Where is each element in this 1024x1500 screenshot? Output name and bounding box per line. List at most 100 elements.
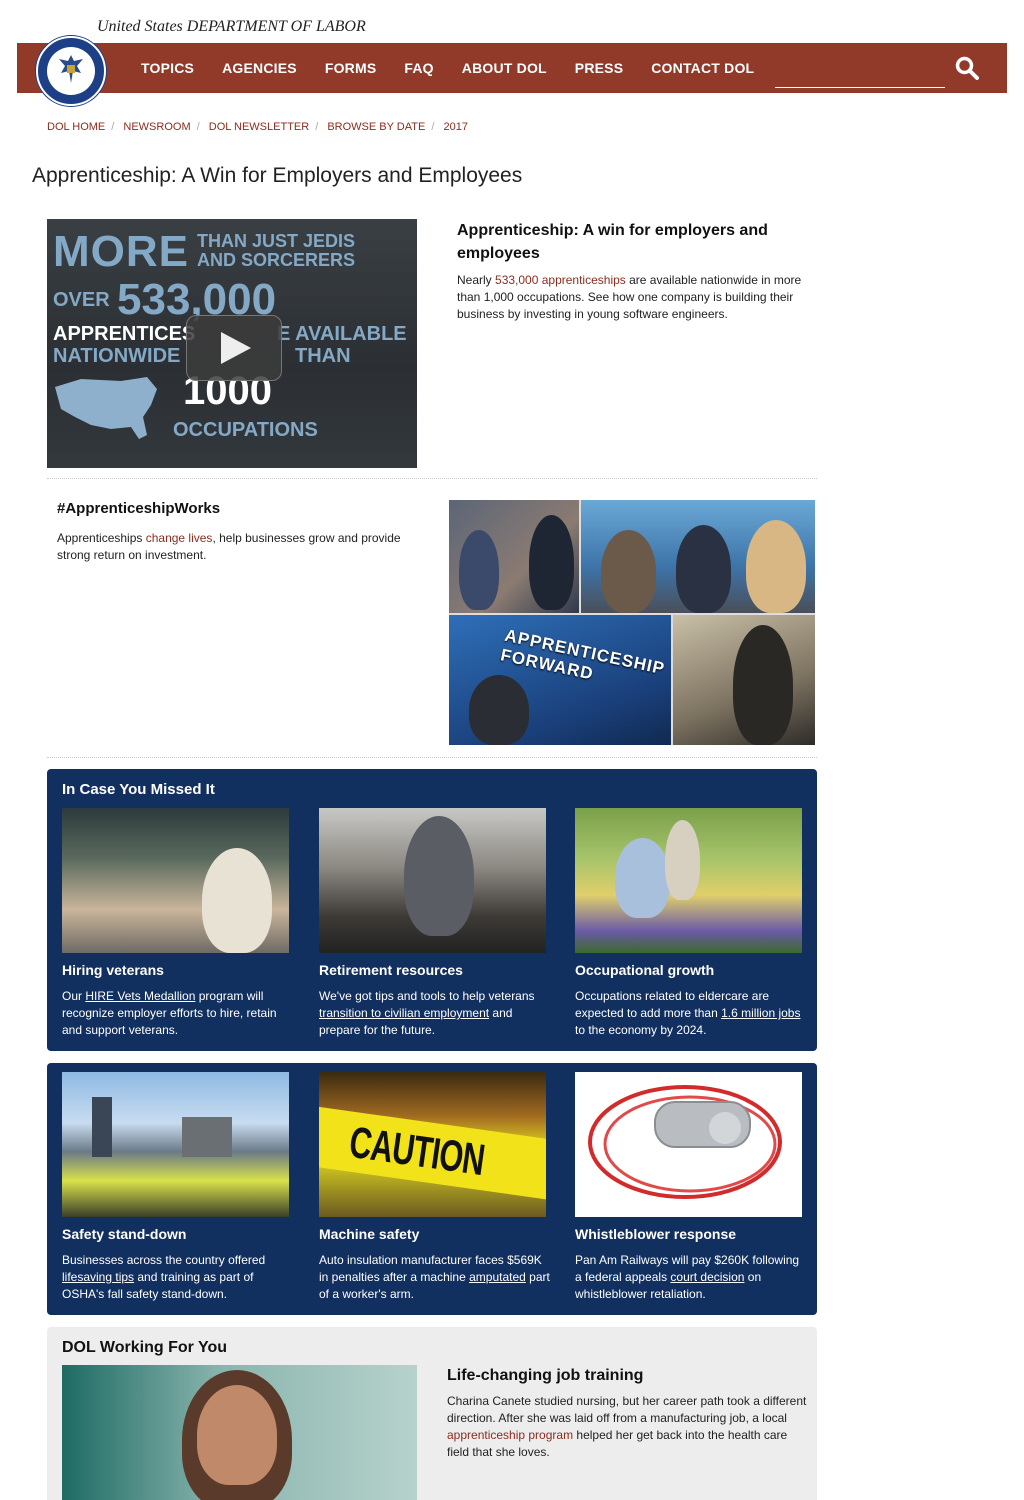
dol-working-body: Charina Canete studied nursing, but her … <box>447 1393 807 1461</box>
card-title: Safety stand-down <box>62 1226 187 1242</box>
card-title: Machine safety <box>319 1226 420 1242</box>
person-figure <box>676 525 731 613</box>
person-figure <box>404 816 474 936</box>
video-text-than: THAN <box>295 345 351 367</box>
person-figure <box>529 515 574 610</box>
nav-agencies[interactable]: AGENCIES <box>222 60 297 76</box>
caution-text: CAUTION <box>346 1117 488 1186</box>
department-title[interactable]: United States DEPARTMENT OF LABOR <box>97 18 366 36</box>
card-body-text: Businesses across the country offered <box>62 1253 266 1267</box>
feature-title: Apprenticeship: A win for employers and … <box>457 222 768 262</box>
icymi-title: In Case You Missed It <box>62 781 215 798</box>
hashtag-body-text: Apprenticeships <box>57 531 146 545</box>
breadcrumb-dol-home[interactable]: DOL HOME <box>47 121 105 133</box>
card-title: Occupational growth <box>575 962 715 978</box>
card-body-text: to the economy by 2024. <box>575 1023 707 1037</box>
video-text-line-a: THAN JUST JEDIS <box>197 231 356 251</box>
person-figure <box>459 530 499 610</box>
search-input[interactable] <box>775 87 945 88</box>
conversation-photo <box>673 615 815 745</box>
construction-crowd-photo[interactable] <box>62 1072 289 1217</box>
nav-forms[interactable]: FORMS <box>325 60 377 76</box>
play-button[interactable] <box>186 315 282 381</box>
video-text-occupations: OCCUPATIONS <box>173 419 318 441</box>
card-body-text: We've got tips and tools to help veteran… <box>319 989 535 1003</box>
main-nav: TOPICS AGENCIES FORMS FAQ ABOUT DOL PRES… <box>141 43 782 93</box>
photo-collage: APPRENTICESHIP FORWARD <box>449 500 815 745</box>
video-text-over: OVER <box>53 289 110 311</box>
transition-link[interactable]: transition to civilian employment <box>319 1006 489 1020</box>
nav-press[interactable]: PRESS <box>575 60 623 76</box>
breadcrumb: DOL HOME / NEWSROOM / DOL NEWSLETTER / BROW… <box>47 121 468 133</box>
video-thumbnail[interactable]: MORE THAN JUST JEDIS AND SORCERERS OVER 5… <box>47 219 417 468</box>
nav-topics[interactable]: TOPICS <box>141 60 194 76</box>
card-body: Our HIRE Vets Medallion program will rec… <box>62 988 294 1039</box>
breadcrumb-dol-newsletter[interactable]: DOL NEWSLETTER <box>209 121 309 133</box>
breadcrumb-separator: / <box>315 121 319 133</box>
whistle-photo[interactable] <box>575 1072 802 1217</box>
court-decision-link[interactable]: court decision <box>670 1270 744 1284</box>
control-room-photo[interactable] <box>62 808 289 953</box>
nurse-photo[interactable] <box>62 1365 417 1500</box>
breadcrumb-newsroom[interactable]: NEWSROOM <box>123 121 190 133</box>
dol-working-headline: Life-changing job training <box>447 1367 644 1384</box>
apprenticeships-link[interactable]: 533,000 apprenticeships <box>495 273 626 287</box>
hashtag-title: #ApprenticeshipWorks <box>57 500 221 517</box>
lifesaving-tips-link[interactable]: lifesaving tips <box>62 1270 134 1284</box>
breadcrumb-browse-by-date[interactable]: BROWSE BY DATE <box>327 121 425 133</box>
feature-body-text: Nearly <box>457 273 496 287</box>
section-divider <box>47 478 817 479</box>
apprenticeship-sign-text: APPRENTICESHIP FORWARD <box>498 625 667 684</box>
video-text-apprentices: APPRENTICES <box>53 323 196 345</box>
card-body: Pan Am Railways will pay $260K following… <box>575 1252 807 1303</box>
building-shape <box>182 1117 232 1157</box>
card-title: Whistleblower response <box>575 1226 737 1242</box>
card-body: Auto insulation manufacturer faces $569K… <box>319 1252 551 1303</box>
us-map-graphic <box>55 377 157 439</box>
group-photo <box>581 500 815 613</box>
person-figure <box>746 520 806 613</box>
search-icon[interactable] <box>954 55 980 81</box>
garden-photo[interactable] <box>575 808 802 953</box>
page-title: Apprenticeship: A Win for Employers and … <box>32 164 523 187</box>
person-figure <box>601 530 656 613</box>
section-divider <box>47 757 817 758</box>
card-title: Retirement resources <box>319 962 463 978</box>
million-jobs-link[interactable]: 1.6 million jobs <box>721 1006 800 1020</box>
card-title: Hiring veterans <box>62 962 164 978</box>
play-icon <box>221 332 251 364</box>
office-photo[interactable] <box>319 808 546 953</box>
card-body-text: Our <box>62 989 86 1003</box>
breadcrumb-separator: / <box>431 121 435 133</box>
speaker-photo: APPRENTICESHIP FORWARD <box>449 615 671 745</box>
dol-body-text: Charina Canete studied nursing, but her … <box>447 1394 807 1425</box>
person-figure <box>202 848 272 953</box>
card-body: We've got tips and tools to help veteran… <box>319 988 551 1039</box>
eagle-icon <box>59 55 83 83</box>
card-body: Occupations related to eldercare are exp… <box>575 988 807 1039</box>
building-shape <box>92 1097 112 1157</box>
breadcrumb-separator: / <box>111 121 115 133</box>
video-text-nationwide: NATIONWIDE <box>53 345 181 367</box>
handshake-photo <box>449 500 579 613</box>
amputated-link[interactable]: amputated <box>469 1270 526 1284</box>
person-figure <box>733 625 793 745</box>
card-body: Businesses across the country offered li… <box>62 1252 294 1303</box>
hire-vets-link[interactable]: HIRE Vets Medallion <box>85 989 195 1003</box>
dol-seal-logo[interactable] <box>36 36 106 106</box>
change-lives-link[interactable]: change lives <box>146 531 213 545</box>
nav-about-dol[interactable]: ABOUT DOL <box>462 60 547 76</box>
caution-tape: CAUTION <box>319 1106 546 1202</box>
top-navigation-bar: TOPICS AGENCIES FORMS FAQ ABOUT DOL PRES… <box>17 43 1007 93</box>
whistle-icon <box>588 1085 782 1199</box>
dol-working-title: DOL Working For You <box>62 1339 228 1356</box>
nav-contact-dol[interactable]: CONTACT DOL <box>651 60 754 76</box>
person-figure <box>469 675 529 745</box>
breadcrumb-separator: / <box>196 121 200 133</box>
caution-tape-photo[interactable]: CAUTION <box>319 1072 546 1217</box>
video-text-available: E AVAILABLE <box>277 323 407 345</box>
nav-faq[interactable]: FAQ <box>404 60 433 76</box>
dol-working-panel: DOL Working For You Life-changing job tr… <box>47 1327 817 1500</box>
video-text-line-b: AND SORCERERS <box>197 250 356 270</box>
apprenticeship-program-link[interactable]: apprenticeship program <box>447 1428 573 1442</box>
